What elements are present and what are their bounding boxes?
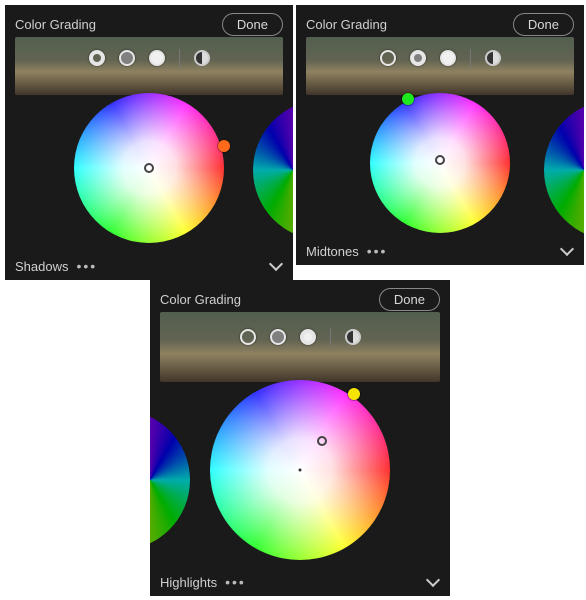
color-wheel-container [210, 380, 390, 560]
color-wheel[interactable] [74, 93, 224, 243]
panel-header: Color Grading Done [296, 5, 584, 40]
chevron-down-icon[interactable] [269, 259, 283, 273]
tone-label: Midtones [306, 244, 359, 259]
hue-handle[interactable] [218, 140, 230, 152]
tone-selector-row [150, 328, 450, 346]
color-wheel-container [74, 93, 224, 243]
adjacent-wheel-preview [253, 100, 293, 240]
tone-separator [330, 328, 331, 346]
color-wheel[interactable] [210, 380, 390, 560]
sat-lum-handle[interactable] [144, 163, 154, 173]
more-icon[interactable]: ••• [225, 574, 246, 590]
done-button[interactable]: Done [222, 13, 283, 36]
tone-global-icon[interactable] [194, 50, 210, 66]
tone-highlights-icon[interactable] [149, 50, 165, 66]
tone-separator [470, 49, 471, 67]
tone-label: Shadows [15, 259, 68, 274]
panel-header: Color Grading Done [150, 280, 450, 315]
panel-title: Color Grading [160, 292, 241, 307]
tone-selector-row [5, 49, 293, 67]
tone-separator [179, 49, 180, 67]
tone-global-icon[interactable] [485, 50, 501, 66]
sat-lum-handle[interactable] [317, 436, 327, 446]
tone-shadows-icon[interactable] [380, 50, 396, 66]
color-wheel[interactable] [370, 93, 510, 233]
panel-footer: Shadows ••• [5, 258, 293, 274]
panel-midtones: Color Grading Done Midtones ••• [296, 5, 584, 265]
panel-footer: Highlights ••• [150, 574, 450, 590]
panel-title: Color Grading [15, 17, 96, 32]
tone-label: Highlights [160, 575, 217, 590]
more-icon[interactable]: ••• [76, 258, 97, 274]
more-icon[interactable]: ••• [367, 243, 388, 259]
tone-selector-row [296, 49, 584, 67]
tone-highlights-icon[interactable] [440, 50, 456, 66]
panel-highlights: Color Grading Done Highlights ••• [150, 280, 450, 596]
preview-thumbnail [160, 312, 440, 382]
adjacent-wheel-preview [544, 100, 584, 240]
chevron-down-icon[interactable] [426, 575, 440, 589]
center-dot [299, 469, 302, 472]
tone-midtones-icon[interactable] [270, 329, 286, 345]
panel-title: Color Grading [306, 17, 387, 32]
sat-lum-handle[interactable] [435, 155, 445, 165]
hue-handle[interactable] [348, 388, 360, 400]
hue-handle[interactable] [402, 93, 414, 105]
tone-midtones-icon[interactable] [119, 50, 135, 66]
tone-midtones-icon[interactable] [410, 50, 426, 66]
done-button[interactable]: Done [513, 13, 574, 36]
tone-shadows-icon[interactable] [240, 329, 256, 345]
done-button[interactable]: Done [379, 288, 440, 311]
tone-highlights-icon[interactable] [300, 329, 316, 345]
tone-global-icon[interactable] [345, 329, 361, 345]
color-wheel-container [370, 93, 510, 233]
panel-header: Color Grading Done [5, 5, 293, 40]
tone-shadows-icon[interactable] [89, 50, 105, 66]
adjacent-wheel-preview [150, 410, 190, 550]
panel-footer: Midtones ••• [296, 243, 584, 259]
panel-shadows: Color Grading Done Shadows ••• [5, 5, 293, 280]
chevron-down-icon[interactable] [560, 244, 574, 258]
